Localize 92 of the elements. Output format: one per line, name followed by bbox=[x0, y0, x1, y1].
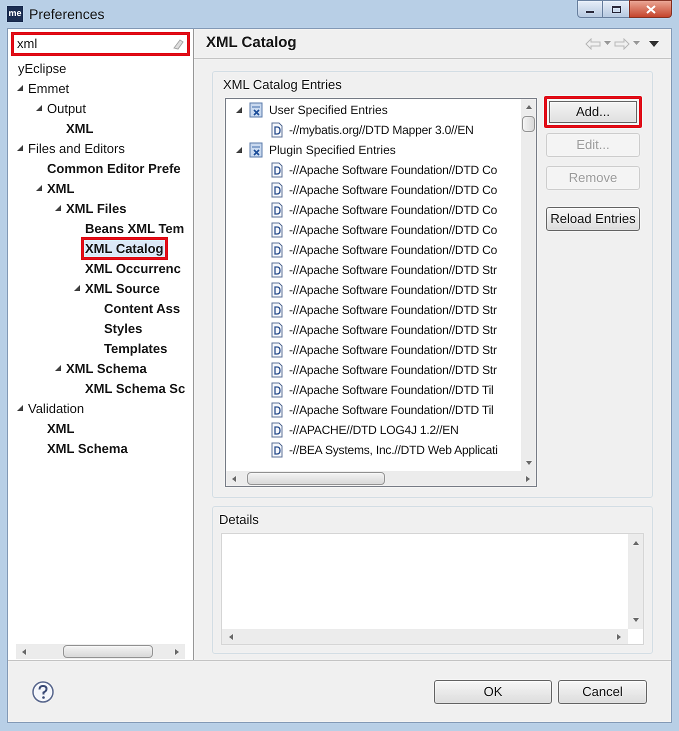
scrollbar-thumb[interactable] bbox=[522, 116, 535, 132]
tree-item[interactable]: XML Files bbox=[65, 200, 128, 216]
app-logo: me bbox=[7, 6, 23, 22]
filter-field[interactable]: xml bbox=[12, 33, 189, 55]
tree-item[interactable]: Templates bbox=[103, 340, 168, 356]
expanded-arrow-icon[interactable] bbox=[54, 364, 62, 372]
group-title: Details bbox=[219, 511, 260, 529]
tree-item[interactable]: Content Ass bbox=[103, 300, 182, 316]
document-icon bbox=[270, 402, 284, 418]
close-icon bbox=[646, 4, 656, 14]
tree-item[interactable]: XML Schema bbox=[46, 440, 129, 456]
horizontal-scrollbar[interactable] bbox=[16, 644, 185, 659]
document-icon bbox=[270, 222, 284, 238]
tree-item[interactable]: Styles bbox=[103, 320, 144, 336]
group-title: XML Catalog Entries bbox=[223, 76, 343, 94]
cancel-button[interactable]: Cancel bbox=[558, 680, 647, 704]
document-icon bbox=[270, 342, 284, 358]
catalog-entry[interactable]: -//Apache Software Foundation//DTD Str bbox=[289, 300, 497, 318]
ok-button[interactable]: OK bbox=[434, 680, 552, 704]
catalog-entry[interactable]: -//Apache Software Foundation//DTD Co bbox=[289, 200, 498, 218]
document-icon bbox=[270, 382, 284, 398]
catalog-entry[interactable]: -//Apache Software Foundation//DTD Str bbox=[289, 360, 497, 378]
document-icon bbox=[270, 242, 284, 258]
tree-item[interactable]: XML Schema bbox=[65, 360, 148, 376]
document-icon bbox=[270, 442, 284, 458]
expanded-arrow-icon[interactable] bbox=[16, 144, 24, 152]
scrollbar-thumb[interactable] bbox=[63, 645, 153, 658]
minimize-button[interactable] bbox=[577, 0, 603, 18]
entry-group[interactable]: Plugin Specified Entries bbox=[269, 140, 396, 158]
tree-item[interactable]: XML Catalog bbox=[84, 240, 164, 256]
catalog-entry[interactable]: -//Apache Software Foundation//DTD Til bbox=[289, 380, 494, 398]
document-icon bbox=[270, 202, 284, 218]
expanded-arrow-icon[interactable] bbox=[235, 106, 243, 114]
tree-item[interactable]: Output bbox=[46, 100, 88, 116]
catalog-icon bbox=[248, 142, 264, 158]
horizontal-scrollbar[interactable] bbox=[226, 471, 536, 486]
document-icon bbox=[270, 122, 284, 138]
scrollbar-thumb[interactable] bbox=[247, 472, 385, 485]
tree-item[interactable]: Validation bbox=[27, 400, 86, 416]
document-icon bbox=[270, 182, 284, 198]
action-button[interactable]: Reload Entries bbox=[546, 206, 640, 230]
tree-item[interactable]: XML bbox=[65, 120, 94, 136]
document-icon bbox=[270, 262, 284, 278]
catalog-entry[interactable]: -//APACHE//DTD LOG4J 1.2//EN bbox=[289, 420, 459, 438]
catalog-entry[interactable]: -//Apache Software Foundation//DTD Str bbox=[289, 320, 497, 338]
document-icon bbox=[270, 362, 284, 378]
catalog-entry[interactable]: -//Apache Software Foundation//DTD Str bbox=[289, 280, 497, 298]
tree-item[interactable]: Emmet bbox=[27, 80, 70, 96]
help-icon[interactable] bbox=[32, 680, 54, 702]
tree-item[interactable]: Files and Editors bbox=[27, 140, 126, 156]
expanded-arrow-icon[interactable] bbox=[16, 84, 24, 92]
catalog-entry[interactable]: -//Apache Software Foundation//DTD Co bbox=[289, 240, 498, 258]
catalog-entry[interactable]: -//Apache Software Foundation//DTD Str bbox=[289, 340, 497, 358]
catalog-entry[interactable]: -//BEA Systems, Inc.//DTD Web Applicati bbox=[289, 440, 498, 458]
tree-item[interactable]: Beans XML Tem bbox=[84, 220, 186, 236]
catalog-entry[interactable]: -//Apache Software Foundation//DTD Co bbox=[289, 160, 498, 178]
action-button[interactable]: Add... bbox=[544, 96, 642, 128]
document-icon bbox=[270, 302, 284, 318]
expanded-arrow-icon[interactable] bbox=[73, 284, 81, 292]
tree-item[interactable]: Common Editor Prefe bbox=[46, 160, 182, 176]
expanded-arrow-icon[interactable] bbox=[35, 104, 43, 112]
expanded-arrow-icon[interactable] bbox=[35, 184, 43, 192]
clear-icon[interactable] bbox=[172, 38, 184, 50]
catalog-entry[interactable]: -//Apache Software Foundation//DTD Str bbox=[289, 260, 497, 278]
page-title: XML Catalog bbox=[206, 33, 297, 54]
catalog-entry[interactable]: -//Apache Software Foundation//DTD Co bbox=[289, 180, 498, 198]
tree-item[interactable]: yEclipse bbox=[17, 60, 68, 76]
window-title: Preferences bbox=[29, 4, 104, 24]
navigation-drawing[interactable] bbox=[585, 38, 659, 50]
document-icon bbox=[270, 282, 284, 298]
tree-item[interactable]: XML bbox=[46, 180, 76, 196]
document-icon bbox=[270, 162, 284, 178]
expanded-arrow-icon[interactable] bbox=[54, 204, 62, 212]
catalog-icon bbox=[248, 102, 264, 118]
maximize-icon bbox=[612, 6, 620, 12]
filter-input[interactable]: xml bbox=[17, 34, 172, 54]
catalog-entry[interactable]: -//Apache Software Foundation//DTD Til bbox=[289, 400, 494, 418]
tree-item[interactable]: XML Source bbox=[84, 280, 161, 296]
tree-item[interactable]: XML Schema Sc bbox=[84, 380, 186, 396]
maximize-button[interactable] bbox=[603, 0, 629, 18]
document-icon bbox=[270, 322, 284, 338]
minimize-icon bbox=[586, 11, 594, 13]
tree-item[interactable]: XML Occurrenc bbox=[84, 260, 182, 276]
tree-item[interactable]: XML bbox=[46, 420, 76, 436]
expanded-arrow-icon[interactable] bbox=[235, 146, 243, 154]
catalog-entry[interactable]: -//mybatis.org//DTD Mapper 3.0//EN bbox=[289, 120, 474, 138]
document-icon bbox=[270, 422, 284, 438]
vertical-scrollbar[interactable] bbox=[521, 98, 536, 471]
close-button[interactable] bbox=[629, 0, 672, 18]
catalog-entry[interactable]: -//Apache Software Foundation//DTD Co bbox=[289, 220, 498, 238]
expanded-arrow-icon[interactable] bbox=[16, 404, 24, 412]
entry-group[interactable]: User Specified Entries bbox=[269, 100, 388, 118]
